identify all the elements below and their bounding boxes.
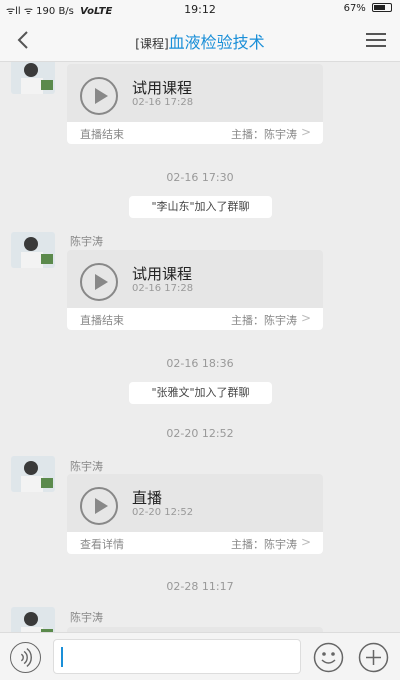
play-circle-icon[interactable] xyxy=(79,262,119,302)
chat-history[interactable]: 试用课程 02-16 17:28 直播结束 主播：陈宇涛 > 02-16 17:… xyxy=(0,62,400,632)
avatar[interactable] xyxy=(11,607,55,632)
card-status: 直播结束 xyxy=(80,314,124,327)
card-title: 试用课程 xyxy=(132,265,193,283)
play-circle-icon[interactable] xyxy=(79,76,119,116)
system-notice: "张雅文"加入了群聊 xyxy=(129,382,272,404)
message-timestamp: 02-16 18:36 xyxy=(166,357,234,370)
sender-name: 陈宇涛 xyxy=(70,235,103,248)
chevron-right-icon: > xyxy=(300,535,311,549)
card-title: 试用课程 xyxy=(132,79,193,97)
plus-circle-icon[interactable] xyxy=(358,642,389,673)
course-card[interactable]: 直播 02-20 12:52 查看详情 主播：陈宇涛 > xyxy=(67,474,323,554)
input-bar xyxy=(0,632,400,680)
avatar[interactable] xyxy=(11,232,55,268)
message-timestamp: 02-20 12:52 xyxy=(166,427,234,440)
card-footer[interactable]: 查看详情 主播：陈宇涛 > xyxy=(67,532,323,554)
course-card[interactable]: 试用课程 02-16 17:28 直播结束 主播：陈宇涛 > xyxy=(67,64,323,144)
sender-name: 陈宇涛 xyxy=(70,460,103,473)
card-host: 主播：陈宇涛 xyxy=(231,128,297,141)
battery-percent: 67% xyxy=(343,3,366,14)
message-timestamp: 02-28 11:17 xyxy=(166,580,234,593)
voice-icon[interactable] xyxy=(10,642,41,673)
card-status: 直播结束 xyxy=(80,128,124,141)
system-notice: "李山东"加入了群聊 xyxy=(129,196,272,218)
card-footer[interactable]: 直播结束 主播：陈宇涛 > xyxy=(67,308,323,330)
play-circle-icon[interactable] xyxy=(79,486,119,526)
battery-status: 67% xyxy=(344,3,392,14)
avatar[interactable] xyxy=(11,456,55,492)
emoji-icon[interactable] xyxy=(313,642,344,673)
card-footer[interactable]: 直播结束 主播：陈宇涛 > xyxy=(67,122,323,144)
sender-name: 陈宇涛 xyxy=(70,611,103,624)
page-title: [课程]血液检验技术 xyxy=(0,29,400,53)
card-host: 主播：陈宇涛 xyxy=(231,314,297,327)
message-input[interactable] xyxy=(53,639,301,674)
title-tag: [课程] xyxy=(135,37,169,51)
card-host: 主播：陈宇涛 xyxy=(231,538,297,551)
message-timestamp: 02-16 17:30 xyxy=(166,171,234,184)
chevron-right-icon: > xyxy=(300,311,311,325)
card-status: 查看详情 xyxy=(80,538,124,551)
card-time: 02-16 17:28 xyxy=(132,97,194,108)
hamburger-menu-icon[interactable] xyxy=(364,28,388,52)
nav-bar: [课程]血液检验技术 xyxy=(0,18,400,62)
chevron-right-icon: > xyxy=(300,125,311,139)
battery-icon xyxy=(372,3,392,12)
card-time: 02-16 17:28 xyxy=(132,283,194,294)
card-title: 直播 xyxy=(132,489,163,507)
avatar[interactable] xyxy=(11,62,55,94)
clock: 19:12 xyxy=(184,3,216,16)
card-time: 02-20 12:52 xyxy=(132,507,194,518)
status-bar: ᯤll ᯤ 190 B/s VoLTE 19:12 67% xyxy=(0,0,400,18)
text-caret xyxy=(61,647,63,667)
course-card[interactable]: 试用课程 02-16 17:28 直播结束 主播：陈宇涛 > xyxy=(67,250,323,330)
title-text: 血液检验技术 xyxy=(168,33,265,52)
